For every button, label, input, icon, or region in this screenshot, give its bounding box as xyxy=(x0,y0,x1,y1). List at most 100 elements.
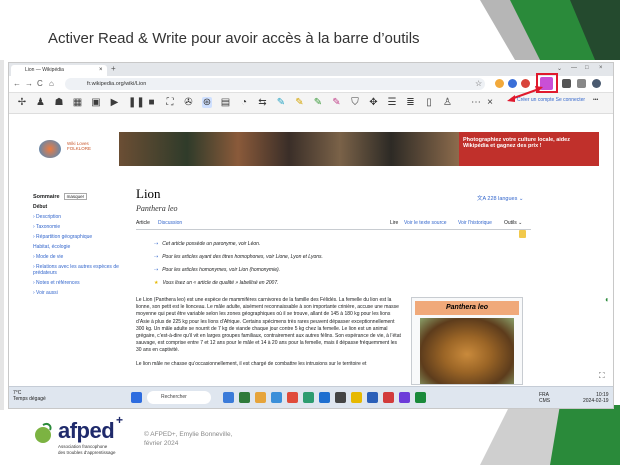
taskbar-app-icon[interactable] xyxy=(303,392,314,403)
highlight-yellow-icon[interactable]: ✎ xyxy=(295,97,305,108)
toc-item[interactable]: › Répartition géographique xyxy=(33,234,125,240)
new-tab-button[interactable]: + xyxy=(111,64,116,73)
pause-icon[interactable]: ❚❚ xyxy=(128,97,145,108)
picture-dictionary-icon[interactable]: ☗ xyxy=(54,97,64,108)
banner-promo: Photographiez votre culture locale, aide… xyxy=(459,132,599,166)
back-button[interactable]: ← xyxy=(13,79,21,88)
taskbar-app-icon[interactable] xyxy=(383,392,394,403)
language-indicator[interactable]: FRA CMS xyxy=(539,392,550,404)
slide-title: Activer Read & Write pour avoir accès à … xyxy=(48,30,420,47)
taskbar-search[interactable]: Rechercher xyxy=(147,391,211,404)
browser-screenshot: Lion — Wikipédia × + ⌄ — □ × ← → C ⌂ fr.… xyxy=(8,62,614,409)
disambiguation-icon: ⇢ xyxy=(154,241,159,247)
toc-item[interactable]: › Taxonomie xyxy=(33,224,125,230)
hatnote: ★ Vous lisez un « article de qualité » la… xyxy=(154,280,279,286)
afped-logo: afped xyxy=(58,418,115,443)
taskbar-app-icon[interactable] xyxy=(415,392,426,403)
fullscreen-icon[interactable]: ⛶ xyxy=(599,371,605,381)
maximize-button[interactable]: □ xyxy=(585,65,589,71)
talk-and-type-icon[interactable]: ◔ xyxy=(239,97,249,108)
highlight-pink-icon[interactable]: ✎ xyxy=(332,97,342,108)
toc-item[interactable]: › Voir aussi xyxy=(33,290,125,296)
screen-mask-icon[interactable]: ▤ xyxy=(221,97,231,108)
taskbar-app-icon[interactable] xyxy=(271,392,282,403)
extension-icon[interactable] xyxy=(495,79,504,88)
menu-dots-icon[interactable]: ••• xyxy=(593,97,598,103)
taskbar-app-icon[interactable] xyxy=(351,392,362,403)
tab-article[interactable]: Article xyxy=(136,220,150,226)
browser-tab[interactable]: Lion — Wikipédia × xyxy=(11,65,107,76)
play-icon[interactable]: ▶ xyxy=(110,97,120,108)
hover-speech-icon[interactable]: ⊛ xyxy=(202,97,212,108)
taskbar-app-icon[interactable] xyxy=(399,392,410,403)
clock[interactable]: 10:19 2024-02-19 xyxy=(583,392,609,404)
book-icon[interactable]: ▦ xyxy=(73,97,83,108)
window-close-button[interactable]: × xyxy=(599,65,603,71)
vocabulary-icon[interactable]: ☰ xyxy=(387,97,397,108)
minimize-button[interactable]: — xyxy=(571,65,577,71)
wikipedia-page: Photographiez votre culture locale, aide… xyxy=(9,114,613,385)
tab-bar: Lion — Wikipédia × + ⌄ — □ × xyxy=(9,63,613,76)
languages-button[interactable]: 文A 228 langues ⌄ xyxy=(477,194,524,202)
tab-read[interactable]: Lire xyxy=(390,220,398,226)
article-tabs: Article Discussion Lire Voir le texte so… xyxy=(136,219,531,230)
hatnote: ⇢ Cet article possède un paronyme, voir L… xyxy=(154,241,261,247)
toc-item[interactable]: › Description xyxy=(33,214,125,220)
window-chevron-icon[interactable]: ⌄ xyxy=(557,65,562,72)
wiki-banner[interactable]: Photographiez votre culture locale, aide… xyxy=(29,132,599,166)
translator-icon[interactable]: ⇆ xyxy=(258,97,268,108)
taskbar-app-icon[interactable] xyxy=(367,392,378,403)
decor-left-edge xyxy=(0,60,4,410)
bookmark-star-icon[interactable]: ☆ xyxy=(475,79,482,88)
close-icon[interactable]: × xyxy=(485,97,495,108)
screenshot-reader-icon[interactable]: ⛶ xyxy=(165,97,175,108)
home-button[interactable]: ⌂ xyxy=(49,79,54,88)
drag-handle-icon[interactable]: ✢ xyxy=(17,97,27,108)
profile-avatar[interactable] xyxy=(592,79,601,88)
audio-maker-icon[interactable]: ✇ xyxy=(184,97,194,108)
sidebar-icon[interactable] xyxy=(577,79,586,88)
highlight-cyan-icon[interactable]: ✎ xyxy=(276,97,286,108)
toc-hide-button[interactable]: masquer xyxy=(63,193,88,200)
tab-discussion[interactable]: Discussion xyxy=(158,220,182,226)
taskbar-app-icon[interactable] xyxy=(287,392,298,403)
start-button-icon[interactable] xyxy=(131,392,142,403)
slide: Activer Read & Write pour avoir accès à … xyxy=(0,0,620,465)
article-header: Lion Panthera leo xyxy=(136,186,536,213)
tab-edit-source[interactable]: Voir le texte source xyxy=(404,220,447,226)
tools-menu[interactable]: Outils ⌄ xyxy=(504,220,522,226)
side-panel-icon[interactable]: ◐ xyxy=(605,295,610,304)
toc-item[interactable]: Habitat, écologie xyxy=(33,244,125,250)
taskbar-app-icon[interactable] xyxy=(239,392,250,403)
login-links[interactable]: Créer un compte Se connecter xyxy=(517,97,585,103)
simplify-icon[interactable]: ✥ xyxy=(369,97,379,108)
dictionary-icon[interactable]: ♟ xyxy=(36,97,46,108)
toc-item[interactable]: › Mode de vie xyxy=(33,254,125,260)
screen-icon[interactable]: ▣ xyxy=(91,97,101,108)
reload-button[interactable]: C xyxy=(37,79,43,88)
collect-highlights-icon[interactable]: ⛉ xyxy=(350,97,360,108)
forward-button[interactable]: → xyxy=(25,79,33,88)
weather-widget[interactable]: 7°C Temps dégagé xyxy=(13,390,46,402)
voice-note-icon[interactable]: ▯ xyxy=(424,97,434,108)
stop-icon[interactable]: ■ xyxy=(147,97,157,108)
toc-item[interactable]: › Relations avec les autres espèces de p… xyxy=(33,264,125,276)
practice-reading-icon[interactable]: ♙ xyxy=(443,97,453,108)
tab-history[interactable]: Voir l’historique xyxy=(458,220,492,226)
decor-top-right xyxy=(480,0,620,60)
highlight-green-icon[interactable]: ✎ xyxy=(313,97,323,108)
taskbar-app-icon[interactable] xyxy=(319,392,330,403)
more-icon[interactable]: ⋯ xyxy=(471,97,481,108)
taskbar-app-icon[interactable] xyxy=(335,392,346,403)
copyright: © AFPED+, Emylie Bonneville, février 202… xyxy=(144,431,233,447)
taskbar-app-icon[interactable] xyxy=(255,392,266,403)
lion-photo[interactable] xyxy=(420,318,514,384)
address-bar[interactable]: fr.wikipedia.org/wiki/Lion xyxy=(65,78,485,90)
toc-item[interactable]: › Notes et références xyxy=(33,280,125,286)
extensions-puzzle-icon[interactable] xyxy=(562,79,571,88)
toc-item[interactable]: Début xyxy=(33,204,125,210)
taskbar-app-icon[interactable] xyxy=(223,392,234,403)
tab-close-icon[interactable]: × xyxy=(99,65,103,76)
check-it-icon[interactable]: ≣ xyxy=(406,97,416,108)
afped-logo-icon xyxy=(35,422,52,443)
